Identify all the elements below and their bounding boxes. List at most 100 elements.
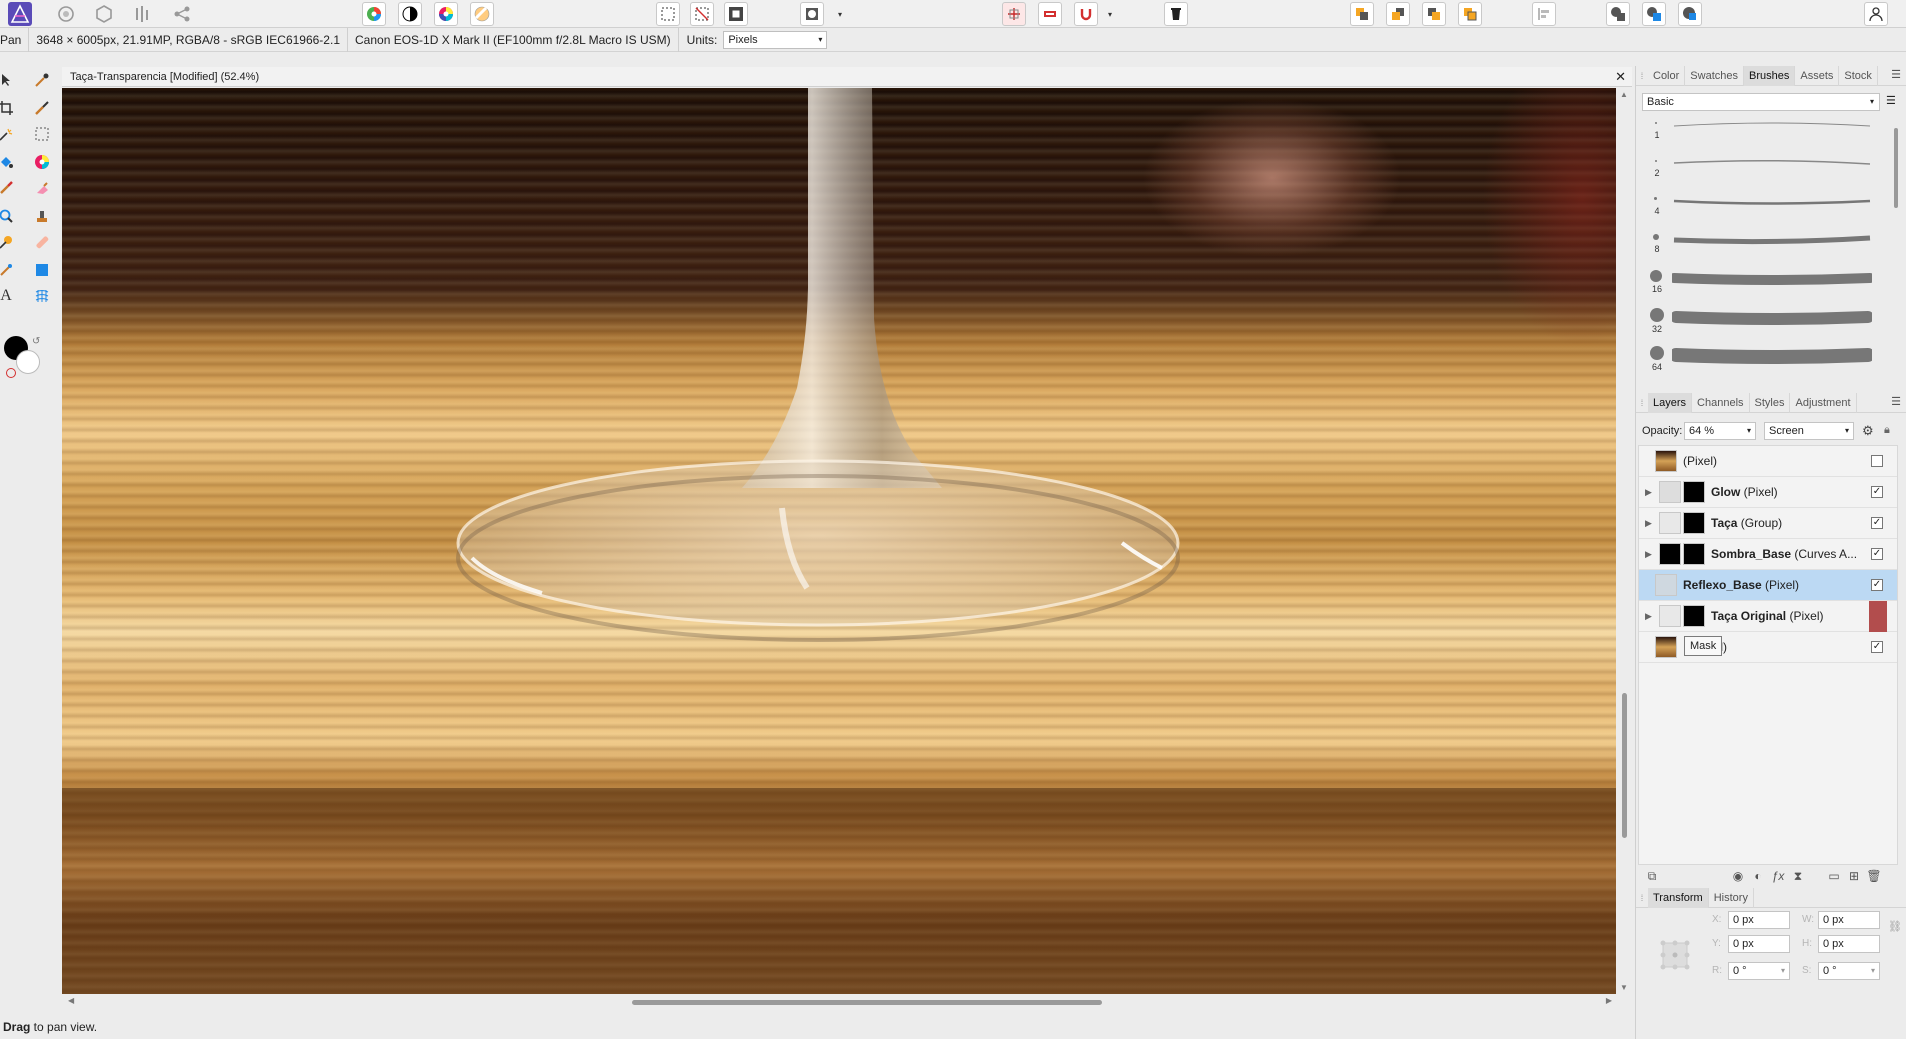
tab-adjustment[interactable]: Adjustment	[1790, 392, 1857, 413]
h-input[interactable]: 0 px	[1818, 935, 1880, 953]
canvas-vertical-scrollbar[interactable]: ▲ ▼	[1618, 88, 1630, 994]
layer-row[interactable]: ▶ Taça (Group) ✓	[1639, 508, 1897, 539]
contrast-icon[interactable]	[398, 2, 422, 26]
refine-dropdown[interactable]: ▾	[836, 6, 844, 22]
arrange-front-icon[interactable]	[1458, 2, 1482, 26]
units-dropdown[interactable]: Pixels ▾	[723, 30, 828, 49]
horizontal-scroll-thumb[interactable]	[632, 1000, 1102, 1005]
tab-history[interactable]: History	[1709, 887, 1754, 908]
white-balance-icon[interactable]	[470, 2, 494, 26]
snapping-dropdown[interactable]: ▾	[1106, 6, 1114, 22]
photo-persona-icon[interactable]	[54, 2, 78, 26]
layer-row[interactable]: ▶ Taça Original (Pixel)	[1639, 601, 1897, 632]
layer-mask-thumbnail[interactable]	[1683, 512, 1705, 534]
brush-item[interactable]: 4	[1636, 192, 1896, 230]
clone-tool-icon[interactable]	[32, 206, 52, 226]
tab-swatches[interactable]: Swatches	[1685, 65, 1744, 86]
rotation-input[interactable]: 0 ° ▾	[1728, 962, 1790, 980]
link-icon[interactable]: ⛓	[1888, 920, 1902, 933]
align-left-icon[interactable]	[1532, 2, 1556, 26]
brush-category-dropdown[interactable]: Basic ▾	[1642, 93, 1880, 111]
scroll-down-arrow-icon[interactable]: ▼	[1620, 983, 1628, 992]
layer-mask-thumbnail[interactable]	[1683, 605, 1705, 627]
tab-brushes[interactable]: Brushes	[1744, 65, 1796, 86]
scroll-right-arrow-icon[interactable]: ▶	[1606, 996, 1612, 1005]
layer-row[interactable]: (Pixel)	[1639, 446, 1897, 477]
affinity-photo-logo[interactable]	[8, 2, 32, 26]
panel-grip-icon[interactable]: ⁞	[1636, 393, 1648, 413]
paint-brush-tool-icon[interactable]	[0, 178, 16, 198]
no-fill-icon[interactable]	[6, 368, 16, 378]
mask-layer-icon[interactable]: ◉	[1730, 868, 1746, 884]
liquify-persona-icon[interactable]	[92, 2, 116, 26]
pen-tool-icon[interactable]	[0, 260, 16, 280]
erase-brush-tool-icon[interactable]	[32, 178, 52, 198]
align-icon[interactable]	[1038, 2, 1062, 26]
y-input[interactable]: 0 px	[1728, 935, 1790, 953]
mesh-warp-tool-icon[interactable]	[32, 286, 52, 306]
scroll-up-arrow-icon[interactable]: ▲	[1620, 90, 1628, 99]
expand-arrow-icon[interactable]: ▶	[1645, 549, 1652, 560]
gear-icon[interactable]: ⚙	[1862, 423, 1874, 439]
layer-visibility-checkbox[interactable]: ✓	[1871, 579, 1883, 591]
erase-icon[interactable]	[1164, 2, 1188, 26]
boolean-add-icon[interactable]	[1606, 2, 1630, 26]
refine-mask-icon[interactable]	[800, 2, 824, 26]
layer-mask-thumbnail[interactable]	[1683, 481, 1705, 503]
brush-scrollbar[interactable]	[1892, 118, 1900, 368]
anchor-point-selector[interactable]	[1658, 938, 1692, 972]
tab-color[interactable]: Color	[1648, 65, 1686, 86]
snapping-icon[interactable]	[1002, 2, 1026, 26]
marquee-tool-icon[interactable]	[32, 124, 52, 144]
layer-row-selected[interactable]: Reflexo_Base (Pixel) ✓	[1639, 570, 1897, 601]
tab-transform[interactable]: Transform	[1648, 887, 1709, 908]
layer-visibility-checkbox[interactable]: ✓	[1871, 641, 1883, 653]
vertical-scroll-thumb[interactable]	[1622, 693, 1627, 838]
layer-row[interactable]: ▶ Glow (Pixel) ✓	[1639, 477, 1897, 508]
user-icon[interactable]	[1864, 2, 1888, 26]
folder-icon[interactable]: ▭	[1826, 868, 1842, 884]
document-tab[interactable]: Taça-Transparencia [Modified] (52.4%) ✕	[62, 67, 1632, 87]
scroll-left-arrow-icon[interactable]: ◀	[68, 996, 74, 1005]
swap-colors-icon[interactable]: ↺	[32, 336, 40, 347]
brush-menu-icon[interactable]: ☰	[1886, 94, 1896, 107]
trash-icon[interactable]: 🗑︎	[1866, 868, 1882, 884]
tab-channels[interactable]: Channels	[1692, 392, 1750, 413]
arrange-backward-icon[interactable]	[1386, 2, 1410, 26]
color-wheel-icon[interactable]	[362, 2, 386, 26]
share-icon[interactable]	[170, 2, 194, 26]
deselect-icon[interactable]	[690, 2, 714, 26]
hidden-layer-indicator[interactable]	[1869, 601, 1887, 632]
panel-menu-icon[interactable]: ☰	[1891, 395, 1901, 408]
dodge-tool-icon[interactable]	[0, 232, 16, 252]
color-picker-tool-icon[interactable]	[32, 70, 52, 90]
layer-visibility-checkbox[interactable]	[1871, 455, 1883, 467]
shear-input[interactable]: 0 ° ▾	[1818, 962, 1880, 980]
panel-menu-icon[interactable]: ☰	[1891, 68, 1901, 81]
move-tool-icon[interactable]	[0, 70, 16, 90]
develop-persona-icon[interactable]	[130, 2, 154, 26]
brush-item[interactable]: 32	[1636, 306, 1896, 344]
magnet-icon[interactable]	[1074, 2, 1098, 26]
secondary-color-swatch[interactable]	[16, 350, 40, 374]
layer-mask-thumbnail[interactable]	[1683, 543, 1705, 565]
lock-icon[interactable]: 🔒︎	[1884, 424, 1890, 437]
adjustment-layer-icon[interactable]: ◐	[1750, 868, 1766, 884]
layer-visibility-checkbox[interactable]: ✓	[1871, 486, 1883, 498]
crop-tool-icon[interactable]	[0, 98, 16, 118]
tab-styles[interactable]: Styles	[1750, 392, 1791, 413]
opacity-input[interactable]: 64 % ▾	[1684, 422, 1756, 440]
rectangle-tool-icon[interactable]	[32, 260, 52, 280]
color-wheel-tool-icon[interactable]	[32, 152, 52, 172]
document-canvas[interactable]	[62, 88, 1616, 994]
layers-stack-icon[interactable]: ⧉	[1644, 868, 1660, 884]
boolean-subtract-icon[interactable]	[1642, 2, 1666, 26]
canvas-horizontal-scrollbar[interactable]: ◀ ▶	[62, 995, 1616, 1009]
tab-stock[interactable]: Stock	[1839, 65, 1878, 86]
hue-icon[interactable]	[434, 2, 458, 26]
brush-item[interactable]: 2	[1636, 154, 1896, 192]
brush-item[interactable]: 8	[1636, 230, 1896, 268]
expand-arrow-icon[interactable]: ▶	[1645, 487, 1652, 498]
text-tool-icon[interactable]: A	[0, 286, 16, 306]
tab-assets[interactable]: Assets	[1795, 65, 1840, 86]
